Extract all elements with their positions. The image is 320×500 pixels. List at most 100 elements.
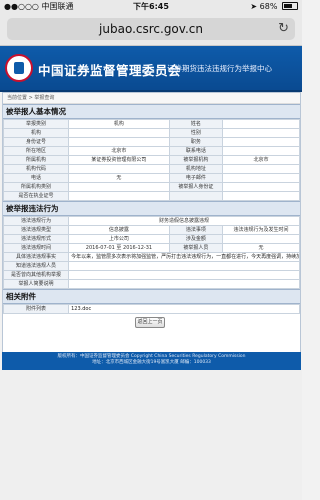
violation-extra-field-label: 知道违法违规人员 xyxy=(2,261,70,271)
violation-field-label: 被举报人员 xyxy=(168,243,224,253)
violation-field-row: 违法违规时间 2016-07-01 至 2016-12-31 被举报人员无 xyxy=(2,243,300,253)
informant-field-label: 是否在执业证号 xyxy=(2,191,70,201)
url-text: jubao.csrc.gov.cn xyxy=(99,22,203,36)
site-subtitle: 证券期货违法违规行为举报中心 xyxy=(167,64,272,73)
status-bar: ●●○○○ 中国联通 下午6:45 ➤ 68% xyxy=(0,0,302,13)
informant-field-label: 被举报机构 xyxy=(168,155,224,165)
violation-field-label: 违法违规形式 xyxy=(2,234,70,244)
battery-label: 68% xyxy=(259,2,278,11)
informant-field-label: 所属机构 xyxy=(2,155,70,165)
informant-field-value xyxy=(68,182,170,192)
informant-field-value xyxy=(222,119,300,129)
violation-field-label: 违法违规时间 xyxy=(2,243,70,253)
violation-extra-field-label: 是否曾向其他机构举报 xyxy=(2,270,70,280)
informant-field-value xyxy=(222,191,300,201)
violation-extra-field-row: 是否曾向其他机构举报 xyxy=(2,270,300,280)
informant-field-label: 举报类别 xyxy=(2,119,70,129)
informant-field-row: 机构 性别 xyxy=(2,128,300,138)
informant-field-label: 所在地区 xyxy=(2,146,70,156)
informant-field-value: 某证券投资管理有限公司 xyxy=(68,155,170,165)
informant-field-value xyxy=(222,173,300,183)
informant-field-label: 机构代码 xyxy=(2,164,70,174)
informant-field-value xyxy=(68,191,170,201)
violation-extra-field-row: 举报人简要说明 xyxy=(2,279,300,289)
violation-field-value: 2016-07-01 至 2016-12-31 xyxy=(68,243,170,253)
footer-address: 地址：北京市西城区金融大街19号富凯大厦 邮编：100033 xyxy=(92,360,211,365)
informant-field-label xyxy=(168,191,224,201)
informant-field-row: 所在地区 北京市 联系电话 xyxy=(2,146,300,156)
report-detail-panel: 当前位置 > 举报查询 被举报人基本情况 举报类别 机构 姓名 机构 性别 身份证号 职务所… xyxy=(2,92,301,354)
informant-field-value: 北京市 xyxy=(222,155,300,165)
page-background xyxy=(0,370,302,500)
violation-title-label: 违法违规行为 xyxy=(2,216,70,226)
informant-field-label: 电子邮件 xyxy=(168,173,224,183)
informant-field-label: 电话 xyxy=(2,173,70,183)
informant-field-row: 机构代码 机构地址 xyxy=(2,164,300,174)
violation-extra-field-row: 知道违法违规人员 xyxy=(2,261,300,271)
button-row: 返回上一页 xyxy=(3,314,300,330)
violation-table: 违法违规行为 财务造假信息披露违规 违法违规类型 信息披露 违法事项 违法违规行为及发… xyxy=(2,216,300,289)
informant-field-label: 性别 xyxy=(168,128,224,138)
back-button[interactable]: 返回上一页 xyxy=(135,317,165,328)
informant-field-value xyxy=(222,137,300,147)
violation-field-label: 涉及金额 xyxy=(168,234,224,244)
violation-field-value xyxy=(222,234,300,244)
informant-field-value xyxy=(68,128,170,138)
description-label: 具体违法违规事实 xyxy=(2,252,70,262)
informant-field-label: 身份证号 xyxy=(2,137,70,147)
informant-field-row: 身份证号 职务 xyxy=(2,137,300,147)
violation-field-value: 上市公司 xyxy=(68,234,170,244)
violation-extra-field-value xyxy=(68,279,300,289)
site-header: 中国证券监督管理委员会 证券期货违法违规行为举报中心 xyxy=(0,46,302,92)
informant-field-value: 北京市 xyxy=(68,146,170,156)
attachment-table: 附件列表 123.doc xyxy=(2,304,300,314)
address-bar[interactable]: jubao.csrc.gov.cn ↻ xyxy=(7,18,295,40)
attachment-label: 附件列表 xyxy=(2,304,70,314)
violation-field-value: 违法违规行为及发生时间 xyxy=(222,225,300,235)
breadcrumb: 当前位置 > 举报查询 xyxy=(3,93,300,104)
informant-field-value xyxy=(222,128,300,138)
informant-field-row: 所属机构类别 被举报人身份证 xyxy=(2,182,300,192)
informant-field-row: 是否在执业证号 xyxy=(2,191,300,201)
section-heading-informant: 被举报人基本情况 xyxy=(3,104,300,119)
site-title: 中国证券监督管理委员会 xyxy=(38,63,182,78)
violation-field-label: 违法违规类型 xyxy=(2,225,70,235)
informant-field-label: 姓名 xyxy=(168,119,224,129)
section-heading-violation: 被举报违法行为 xyxy=(3,201,300,216)
violation-field-label: 违法事项 xyxy=(168,225,224,235)
violation-extra-field-label: 举报人简要说明 xyxy=(2,279,70,289)
informant-field-value: 机构 xyxy=(68,119,170,129)
browser-toolbar: jubao.csrc.gov.cn ↻ xyxy=(0,13,302,46)
informant-field-label: 被举报人身份证 xyxy=(168,182,224,192)
informant-table: 举报类别 机构 姓名 机构 性别 身份证号 职务 所在地区 北京市 联系电话 所属机构 某证券投资管理… xyxy=(2,119,300,201)
violation-field-value: 无 xyxy=(222,243,300,253)
informant-field-value xyxy=(222,146,300,156)
informant-field-row: 所属机构 某证券投资管理有限公司 被举报机构 北京市 xyxy=(2,155,300,165)
reload-icon[interactable]: ↻ xyxy=(278,18,289,40)
violation-extra-field-value xyxy=(68,270,300,280)
violation-title-value: 财务造假信息披露违规 xyxy=(68,216,300,226)
informant-field-label: 联系电话 xyxy=(168,146,224,156)
violation-description: 今年以来，监管层多次表示将加强监管，严厉打击违法违规行为，一直都在进行，今天再度… xyxy=(68,252,300,262)
informant-field-row: 电话无电子邮件 xyxy=(2,173,300,183)
informant-field-value: 无 xyxy=(68,173,170,183)
violation-field-row: 违法违规形式 上市公司 涉及金额 xyxy=(2,234,300,244)
attachment-file-link[interactable]: 123.doc xyxy=(68,304,300,314)
violation-field-value: 信息披露 xyxy=(68,225,170,235)
site-footer: 版权所有：中国证券监督管理委员会 Copyright China Securit… xyxy=(2,352,301,370)
informant-field-value xyxy=(68,164,170,174)
informant-field-label: 职务 xyxy=(168,137,224,147)
battery-icon xyxy=(282,2,298,10)
location-icon: ➤ xyxy=(250,2,258,11)
violation-extra-field-value xyxy=(68,261,300,271)
informant-field-row: 举报类别 机构 姓名 xyxy=(2,119,300,129)
violation-field-row: 违法违规类型 信息披露 违法事项 违法违规行为及发生时间 xyxy=(2,225,300,235)
battery-indicator: ➤ 68% xyxy=(250,0,298,13)
informant-field-value xyxy=(222,164,300,174)
informant-field-value xyxy=(222,182,300,192)
section-heading-attachment: 相关附件 xyxy=(3,289,300,304)
informant-field-label: 所属机构类别 xyxy=(2,182,70,192)
informant-field-value xyxy=(68,137,170,147)
csrc-logo-icon xyxy=(5,54,33,82)
informant-field-label: 机构 xyxy=(2,128,70,138)
